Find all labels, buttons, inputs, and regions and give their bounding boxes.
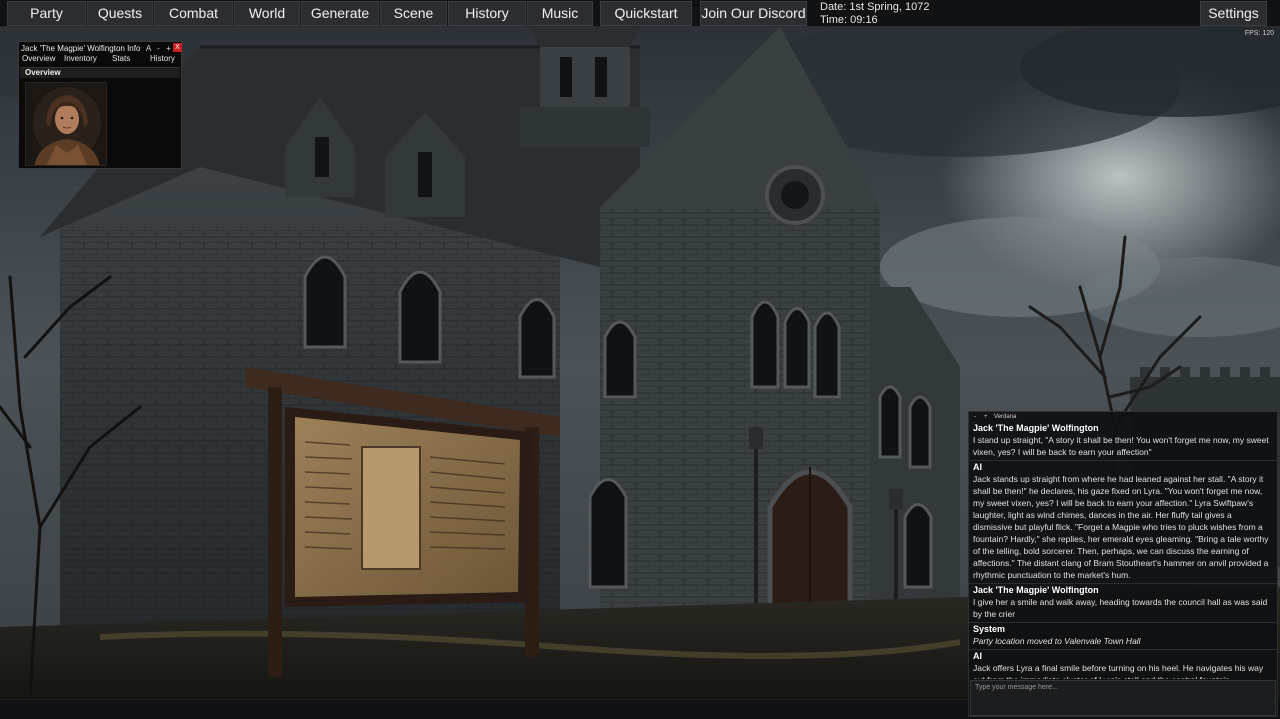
quickstart-button[interactable]: Quickstart [600,1,692,26]
fps-counter: FPS: 120 [1244,30,1274,37]
tab-overview[interactable]: Overview [22,54,55,63]
bottom-bar [0,699,968,719]
chat-message: AI Jack offers Lyra a final smile before… [969,650,1277,679]
tab-history[interactable]: History [150,54,175,63]
chat-message: System Party location moved to Valenvale… [969,623,1277,650]
character-portrait [25,82,107,166]
info-window-title: Jack 'The Magpie' Wolfington Info [21,44,141,53]
combat-button[interactable]: Combat [154,1,233,26]
message-author: AI [973,651,982,661]
tab-stats[interactable]: Stats [112,54,130,63]
message-text: I give her a smile and walk away, headin… [973,597,1268,619]
chat-message-list[interactable]: Jack 'The Magpie' Wolfington I stand up … [969,422,1277,679]
close-button[interactable]: X [173,43,182,52]
game-date: Date: 1st Spring, 1072 [820,1,930,13]
message-text: Jack stands up straight from where he ha… [973,474,1269,580]
generate-button[interactable]: Generate [301,1,379,26]
game-clock: Date: 1st Spring, 1072 Time: 09:16 [820,1,929,26]
message-text: I stand up straight, "A story it shall b… [973,435,1269,457]
chat-message-input[interactable] [970,680,1276,716]
overview-section-header: Overview [20,67,180,78]
font-size-button[interactable]: A [144,44,153,53]
overview-section-title: Overview [25,68,61,77]
game-time: Time: 09:16 [820,13,878,26]
maximize-button[interactable]: + [164,44,173,53]
top-navigation-bar: Party Quests Combat World Generate Scene… [0,0,1280,27]
chat-message: Jack 'The Magpie' Wolfington I stand up … [969,422,1277,461]
portrait-image [26,83,106,165]
minimize-button[interactable]: - [154,44,163,53]
font-selector[interactable]: Verdana [994,414,1016,420]
world-button[interactable]: World [234,1,300,26]
history-button[interactable]: History [448,1,526,26]
quests-button[interactable]: Quests [87,1,153,26]
message-author: Jack 'The Magpie' Wolfington [973,585,1099,595]
chat-message: AI Jack stands up straight from where he… [969,461,1277,584]
chat-toolbar: - + Verdana [969,412,1277,422]
music-button[interactable]: Music [527,1,593,26]
chat-message: Jack 'The Magpie' Wolfington I give her … [969,584,1277,623]
settings-button[interactable]: Settings [1200,1,1267,26]
scene-button[interactable]: Scene [380,1,447,26]
party-button[interactable]: Party [7,1,86,26]
character-info-window: Jack 'The Magpie' Wolfington Info A - + … [18,41,182,169]
chat-panel: - + Verdana Jack 'The Magpie' Wolfington… [968,411,1278,717]
message-author: AI [973,462,982,472]
decrease-font-button[interactable]: - [974,414,976,420]
message-author: System [973,624,1006,634]
message-author: Jack 'The Magpie' Wolfington [973,423,1099,433]
message-text: Party location moved to Valenvale Town H… [973,636,1141,646]
discord-button[interactable]: Join Our Discord [700,1,807,26]
tab-inventory[interactable]: Inventory [64,54,97,63]
increase-font-button[interactable]: + [984,414,988,420]
message-text: Jack offers Lyra a final smile before tu… [973,663,1264,679]
